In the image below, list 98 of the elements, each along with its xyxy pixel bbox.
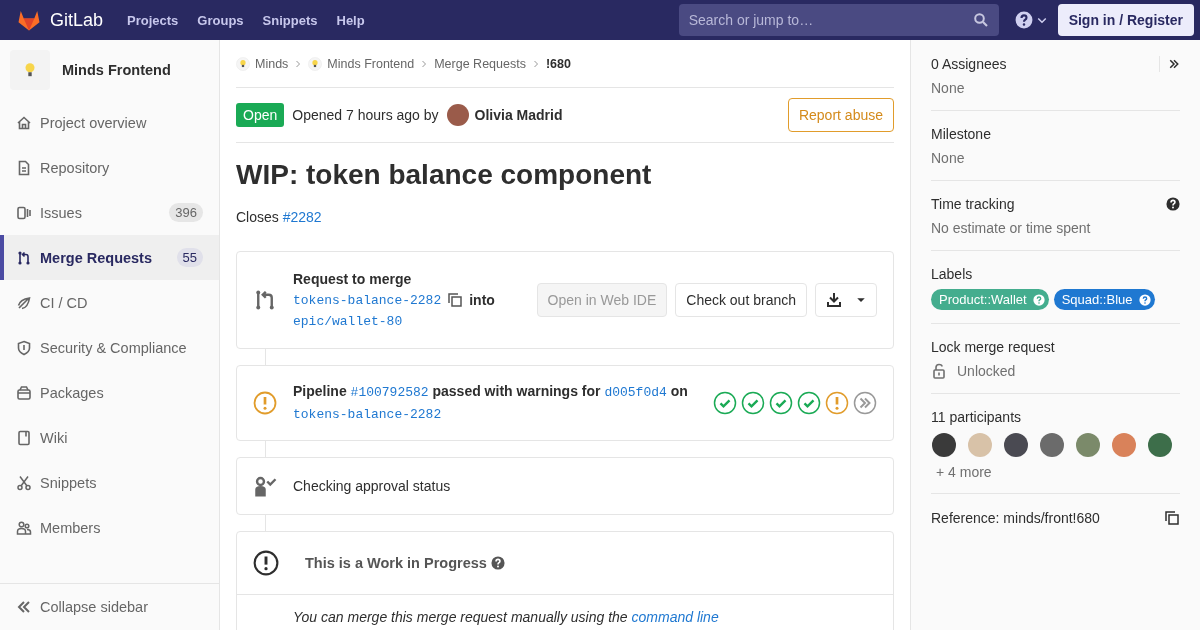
sidebar-item[interactable]: Project overview bbox=[0, 100, 219, 145]
pipeline-link[interactable]: #100792582 bbox=[350, 385, 429, 400]
merge-request-icon bbox=[16, 249, 32, 266]
download-icon bbox=[826, 292, 842, 308]
nav-link[interactable]: Projects bbox=[127, 12, 179, 28]
sidebar-item[interactable]: Security & Compliance bbox=[0, 325, 219, 370]
target-branch-link[interactable]: epic/wallet-80 bbox=[293, 310, 521, 332]
description-text: Closes #2282 bbox=[236, 209, 323, 225]
status-badge: Open bbox=[236, 103, 285, 127]
section-title: Labels bbox=[931, 265, 973, 283]
home-icon bbox=[16, 114, 32, 131]
chevron-right-icon bbox=[531, 59, 540, 68]
merge-request-icon bbox=[253, 288, 277, 312]
unlocked-icon bbox=[931, 363, 947, 379]
into-text: into bbox=[469, 290, 495, 310]
help-icon[interactable] bbox=[1014, 11, 1033, 29]
participant-avatar[interactable] bbox=[1148, 433, 1172, 457]
success-status-icon[interactable] bbox=[797, 391, 821, 415]
issues-icon bbox=[16, 204, 32, 221]
alert-icon bbox=[253, 550, 279, 576]
help-icon bbox=[1138, 293, 1151, 306]
sidebar-item[interactable]: Snippets bbox=[0, 460, 219, 505]
command-line-link[interactable]: command line bbox=[631, 609, 719, 625]
sidebar-item[interactable]: Packages bbox=[0, 370, 219, 415]
section-value: Unlocked bbox=[957, 362, 1016, 380]
opened-text: Opened 7 hours ago by bbox=[292, 107, 439, 123]
more-participants-link[interactable]: + 4 more bbox=[936, 464, 1180, 480]
action-button[interactable]: Check out branch bbox=[675, 283, 807, 317]
label-tag[interactable]: Squad::Blue bbox=[1053, 289, 1155, 310]
sidebar-item[interactable]: Issues 396 bbox=[0, 190, 219, 235]
success-status-icon[interactable] bbox=[713, 391, 737, 415]
approval-icon bbox=[253, 474, 277, 498]
participant-avatar[interactable] bbox=[1004, 433, 1028, 457]
merge-instructions-text: You can merge this merge request manually using the command line bbox=[292, 608, 720, 627]
success-status-icon[interactable] bbox=[769, 391, 793, 415]
participant-avatar[interactable] bbox=[1040, 433, 1064, 457]
branch-link[interactable]: tokens-balance-2282 bbox=[293, 407, 442, 422]
section-value: None bbox=[931, 79, 966, 97]
download-dropdown-button[interactable] bbox=[815, 283, 877, 317]
breadcrumb-link[interactable]: Minds bbox=[236, 56, 289, 71]
count-badge: 55 bbox=[176, 248, 203, 267]
wip-heading: This is a Work in Progress bbox=[305, 555, 487, 571]
participant-avatar[interactable] bbox=[932, 433, 956, 457]
scissors-icon bbox=[16, 474, 32, 491]
merge-request-title: WIP: token balance component bbox=[236, 159, 653, 191]
project-name[interactable]: Minds Frontend bbox=[62, 62, 171, 78]
success-status-icon[interactable] bbox=[741, 391, 765, 415]
users-icon bbox=[16, 519, 32, 536]
double-chevron-left-icon bbox=[16, 599, 32, 615]
commit-link[interactable]: d005f0d4 bbox=[604, 385, 667, 400]
lightbulb-icon bbox=[236, 56, 250, 71]
double-chevron-right-icon[interactable] bbox=[1168, 58, 1180, 70]
report-abuse-button[interactable]: Report abuse bbox=[787, 98, 894, 132]
nav-link[interactable]: Snippets bbox=[262, 12, 318, 28]
help-icon[interactable] bbox=[1166, 197, 1180, 211]
section-title: Time tracking bbox=[931, 195, 1015, 213]
section-title: 11 participants bbox=[931, 408, 1021, 426]
copy-icon[interactable] bbox=[447, 292, 464, 308]
section-value: None bbox=[931, 149, 966, 167]
approval-status-text: Checking approval status bbox=[293, 478, 451, 494]
author-link[interactable]: Olivia Madrid bbox=[474, 107, 563, 123]
brand-name[interactable]: GitLab bbox=[50, 9, 104, 31]
help-icon[interactable] bbox=[490, 556, 505, 570]
package-icon bbox=[16, 384, 32, 401]
copy-icon[interactable] bbox=[1164, 510, 1180, 526]
section-title: Lock merge request bbox=[931, 338, 1055, 356]
count-badge: 396 bbox=[169, 203, 203, 222]
sidebar-item[interactable]: Wiki bbox=[0, 415, 219, 460]
breadcrumb-link[interactable]: Minds Frontend bbox=[308, 56, 415, 71]
collapse-sidebar-button[interactable]: Collapse sidebar bbox=[0, 583, 219, 630]
sidebar-item[interactable]: CI / CD bbox=[0, 280, 219, 325]
shield-icon bbox=[16, 339, 32, 356]
lightbulb-icon bbox=[308, 56, 323, 71]
nav-link[interactable]: Help bbox=[336, 12, 365, 28]
sidebar-item[interactable]: Members bbox=[0, 505, 219, 550]
chevron-right-icon bbox=[294, 59, 303, 68]
search-field[interactable]: Search or jump to… bbox=[678, 4, 999, 36]
sign-in-button[interactable]: Sign in / Register bbox=[1057, 4, 1194, 36]
document-icon bbox=[16, 159, 32, 176]
section-title: 0 Assignees bbox=[931, 55, 1007, 73]
source-branch-link[interactable]: tokens-balance-2282 bbox=[293, 289, 442, 311]
pipeline-status-text: Pipeline #100792582 passed with warnings for d005f0d4 on tokens-balance-2282 bbox=[293, 382, 689, 424]
breadcrumb-current[interactable]: !680 bbox=[545, 56, 571, 71]
issue-link[interactable]: #2282 bbox=[282, 209, 322, 225]
merge-heading: Request to merge bbox=[293, 269, 413, 289]
warning-status-icon bbox=[253, 391, 277, 415]
chevron-right-icon bbox=[420, 59, 429, 68]
sidebar-item[interactable]: Merge Requests 55 bbox=[0, 235, 219, 280]
help-icon bbox=[1032, 293, 1045, 306]
section-title: Milestone bbox=[931, 125, 991, 143]
sidebar-item[interactable]: Repository bbox=[0, 145, 219, 190]
section-value: No estimate or time spent bbox=[931, 219, 1092, 237]
search-icon bbox=[972, 12, 989, 28]
avatar[interactable] bbox=[446, 104, 469, 126]
nav-link[interactable]: Groups bbox=[197, 12, 244, 28]
reference-text: Reference: minds/front!680 bbox=[931, 510, 1100, 526]
breadcrumb-link[interactable]: Merge Requests bbox=[434, 56, 526, 71]
book-icon bbox=[16, 429, 32, 446]
